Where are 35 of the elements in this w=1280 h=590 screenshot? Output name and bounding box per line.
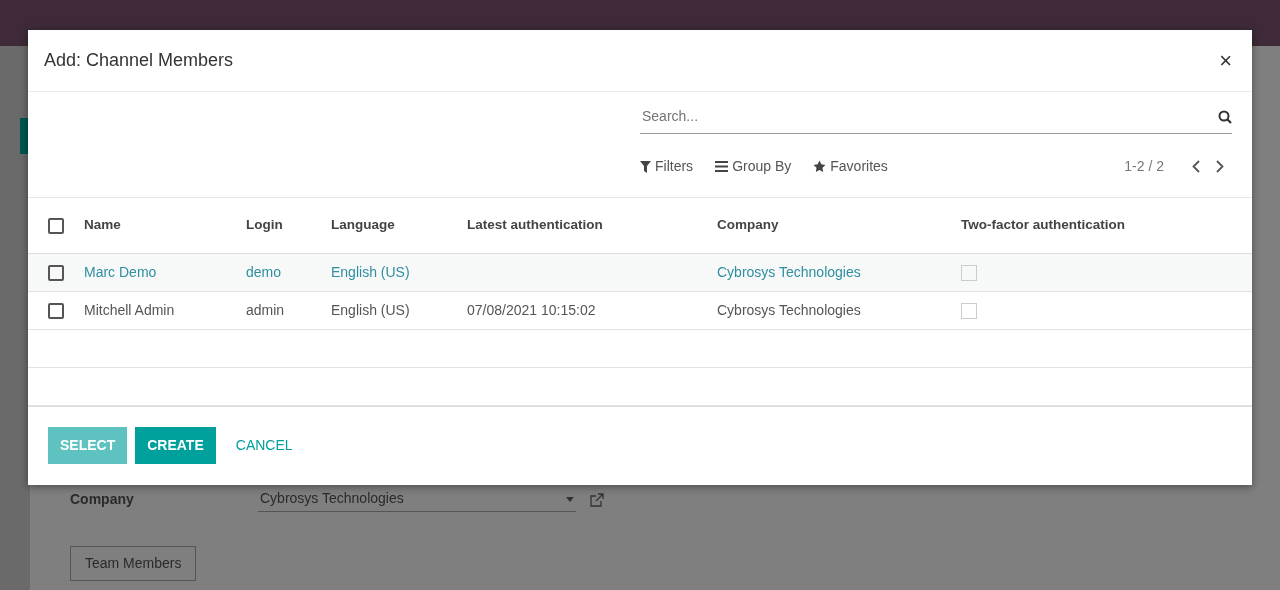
filter-button[interactable]: Filters [640,156,694,177]
table-cell: Cybrosys Technologies [717,301,861,318]
column-header[interactable]: Company [717,217,779,233]
close-button[interactable]: × [1215,44,1236,77]
column-header[interactable]: Name [84,217,121,233]
table-cell: Mitchell Admin [84,301,175,318]
table-cell: Cybrosys Technologies [717,263,861,280]
tab-button[interactable]: Team Members [70,546,197,581]
caret-icon[interactable] [566,496,574,502]
table-cell: English (US) [331,301,410,318]
chevron-left-icon[interactable] [1192,160,1200,173]
menu-icon [715,161,729,172]
column-header[interactable]: Two-factor authentication [961,217,1125,233]
checkbox[interactable] [48,217,64,234]
table-cell: admin [246,301,285,318]
checkbox[interactable] [48,302,64,319]
star-icon [813,160,827,173]
column-header[interactable]: Login [246,217,283,233]
column-header[interactable]: Language [331,217,395,233]
field-label: Company [70,489,135,509]
table-cell: English (US) [331,263,410,280]
filter-icon [640,160,651,173]
pager-text: 1-2 / 2 [1124,157,1164,176]
checkbox[interactable] [48,264,64,281]
dialog-title: Add: Channel Members [44,49,234,72]
filter-button[interactable]: Group By [715,156,792,177]
search-icon[interactable] [1218,110,1232,125]
external-link-icon[interactable] [590,492,604,507]
filter-button[interactable]: Favorites [813,156,888,177]
table-cell: 07/08/2021 10:15:02 [467,301,596,318]
table-cell: Marc Demo [84,263,157,280]
chevron-right-icon[interactable] [1216,160,1224,173]
column-header[interactable]: Latest authentication [467,217,603,233]
table-cell: demo [246,263,282,280]
select-field[interactable]: Cybrosys Technologies [258,486,576,512]
